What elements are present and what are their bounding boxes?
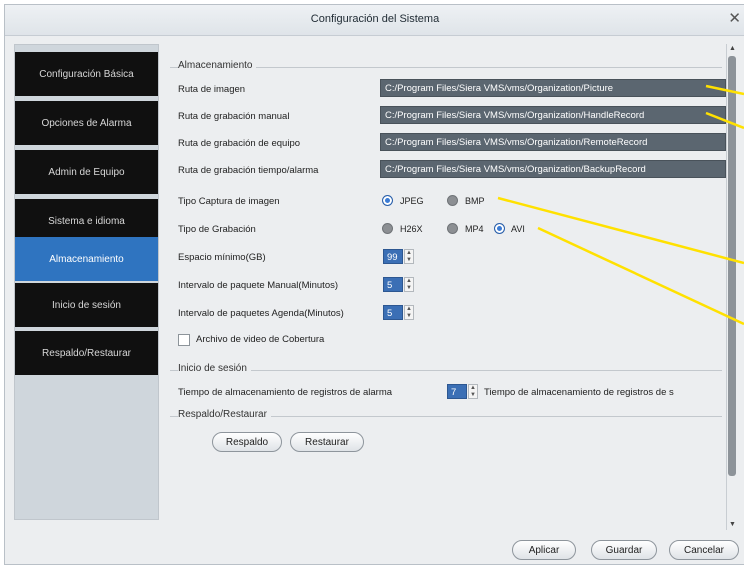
scroll-down-icon[interactable]: ▼ (727, 520, 738, 530)
scroll-up-icon[interactable]: ▲ (727, 44, 738, 54)
image-path-field[interactable]: C:/Program Files/Siera VMS/vms/Organizat… (380, 79, 726, 97)
capture-type-label: Tipo Captura de imagen (178, 196, 280, 207)
alarm-storage-input[interactable]: 7 (447, 384, 467, 399)
title-bar: Configuración del Sistema ✕ (5, 5, 744, 36)
apply-button[interactable]: Aplicar (512, 540, 576, 560)
image-path-label: Ruta de imagen (178, 84, 246, 95)
manual-interval-stepper[interactable]: ▲ ▼ (404, 277, 414, 292)
cover-video-label: Archivo de video de Cobertura (196, 334, 325, 345)
sidebar-item-alarm-options[interactable]: Opciones de Alarma (15, 101, 158, 145)
cancel-button[interactable]: Cancelar (669, 540, 739, 560)
cover-video-checkbox[interactable] (178, 334, 190, 346)
backup-group-title: Respaldo/Restaurar (178, 409, 271, 420)
sidebar-item-backup-restore[interactable]: Respaldo/Restaurar (15, 331, 158, 375)
sidebar-item-basic-config[interactable]: Configuración Básica (15, 52, 158, 96)
backup-button[interactable]: Respaldo (212, 432, 282, 452)
mp4-radio[interactable] (447, 223, 458, 234)
scrollbar-thumb[interactable] (728, 56, 736, 476)
login-group-title: Inicio de sesión (178, 363, 251, 374)
device-path-label: Ruta de grabación de equipo (178, 138, 301, 149)
avi-radio[interactable] (494, 223, 505, 234)
backup-record-path-field[interactable]: C:/Program Files/Siera VMS/vms/Organizat… (380, 160, 726, 178)
manual-interval-label: Intervalo de paquete Manual(Minutos) (178, 280, 339, 291)
bmp-label: BMP (465, 196, 485, 206)
manual-interval-input[interactable]: 5 (383, 277, 403, 292)
h26x-label: H26X (400, 224, 423, 234)
bmp-radio[interactable] (447, 195, 458, 206)
jpeg-radio[interactable] (382, 195, 393, 206)
h26x-radio[interactable] (382, 223, 393, 234)
login-group-border (170, 370, 722, 371)
min-space-label: Espacio mínimo(GB) (178, 252, 266, 263)
vertical-scrollbar[interactable]: ▲ ▼ (726, 44, 738, 530)
alarm-storage-label-2: Tiempo de almacenamiento de registros de… (484, 387, 674, 398)
window-title: Configuración del Sistema (310, 13, 440, 25)
sidebar-item-device-admin[interactable]: Admin de Equipo (15, 150, 158, 194)
record-type-label: Tipo de Grabación (178, 224, 256, 235)
backup-path-label: Ruta de grabación tiempo/alarma (178, 165, 319, 176)
sidebar: Configuración Básica Opciones de Alarma … (14, 44, 159, 520)
device-record-path-field[interactable]: C:/Program Files/Siera VMS/vms/Organizat… (380, 133, 726, 151)
storage-group-title: Almacenamiento (178, 60, 257, 71)
schedule-interval-stepper[interactable]: ▲ ▼ (404, 305, 414, 320)
schedule-interval-label: Intervalo de paquetes Agenda(Minutos) (178, 308, 344, 319)
restore-button[interactable]: Restaurar (290, 432, 364, 452)
save-button[interactable]: Guardar (591, 540, 657, 560)
alarm-storage-label: Tiempo de almacenamiento de registros de… (178, 387, 393, 398)
min-space-stepper[interactable]: ▲ ▼ (404, 249, 414, 264)
min-space-input[interactable]: 99 (383, 249, 403, 264)
schedule-interval-input[interactable]: 5 (383, 305, 403, 320)
settings-panel: Almacenamiento Ruta de imagen C:/Program… (168, 44, 726, 530)
manual-record-path-field[interactable]: C:/Program Files/Siera VMS/vms/Organizat… (380, 106, 726, 124)
alarm-storage-stepper[interactable]: ▲ ▼ (468, 384, 478, 399)
sidebar-item-storage[interactable]: Almacenamiento (15, 237, 158, 281)
mp4-label: MP4 (465, 224, 484, 234)
close-icon[interactable]: ✕ (728, 11, 741, 26)
jpeg-label: JPEG (400, 196, 424, 206)
manual-path-label: Ruta de grabación manual (178, 111, 290, 122)
avi-label: AVI (511, 224, 525, 234)
sidebar-item-login[interactable]: Inicio de sesión (15, 283, 158, 327)
